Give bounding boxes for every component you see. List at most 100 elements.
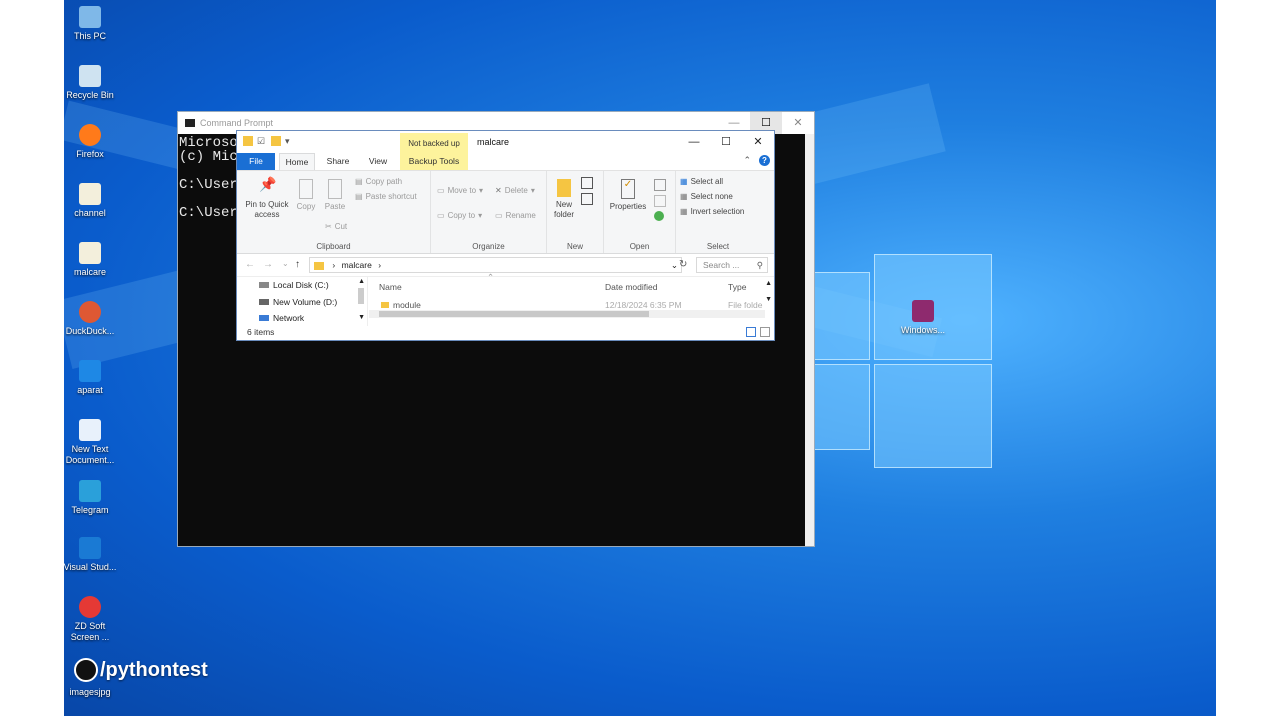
- help-icon[interactable]: ?: [759, 155, 770, 166]
- breadcrumb-malcare[interactable]: malcare: [342, 260, 372, 270]
- pin-quick-access-button[interactable]: 📌 Pin to Quick access: [241, 177, 293, 220]
- desktop-icon-winrar[interactable]: Windows...: [893, 300, 953, 336]
- copy-to-button[interactable]: ▭ Copy to ▾: [437, 211, 482, 220]
- close-button[interactable]: ✕: [782, 112, 814, 134]
- organize-group: ▭ Move to ▾ ▭ Copy to ▾ ✕ Delete ▾ ▭ Rename Org…: [431, 171, 547, 253]
- desktop-icon-channel[interactable]: channel: [64, 183, 119, 219]
- edit-icon[interactable]: [654, 195, 666, 207]
- scrollbar-thumb[interactable]: [379, 311, 649, 317]
- column-header-type[interactable]: Type: [728, 282, 746, 292]
- easy-access-icon[interactable]: [581, 193, 593, 205]
- tab-share[interactable]: Share: [319, 153, 357, 170]
- explorer-content: Local Disk (C:) New Volume (D:) Network …: [237, 272, 774, 326]
- file-explorer-window[interactable]: ☑ ▾ Not backed up malcare — ☐ ✕ File Hom…: [236, 130, 775, 341]
- move-to-button[interactable]: ▭ Move to ▾: [437, 186, 483, 195]
- nav-scroll-down-icon[interactable]: ▼: [358, 314, 365, 321]
- tab-file[interactable]: File: [237, 153, 275, 170]
- search-input[interactable]: Search ... ⚲: [696, 257, 768, 273]
- new-folder-qat-icon[interactable]: [271, 136, 281, 146]
- list-scroll-up-icon[interactable]: ▲: [765, 280, 772, 287]
- scissors-icon: ✂: [325, 222, 332, 231]
- recent-locations-icon[interactable]: ⌄: [282, 259, 289, 268]
- channel-watermark: /pythontest: [74, 658, 208, 682]
- cut-button[interactable]: ✂ Cut: [325, 222, 347, 231]
- this-pc-icon: [79, 6, 101, 28]
- drive-icon: [259, 282, 269, 288]
- history-icon[interactable]: [654, 211, 664, 221]
- cmd-output[interactable]: Microso (c) Mic C:\User C:\User: [179, 136, 238, 220]
- nav-scroll-up-icon[interactable]: ▲: [358, 278, 365, 285]
- nav-item-new-volume[interactable]: New Volume (D:): [259, 297, 337, 307]
- column-header-name[interactable]: Name: [379, 282, 402, 292]
- address-bar[interactable]: › malcare › ⌄: [309, 257, 682, 273]
- tab-view[interactable]: View: [361, 153, 395, 170]
- properties-qat-icon[interactable]: ☑: [257, 136, 267, 146]
- chevron-down-icon: ▾: [478, 211, 483, 220]
- desktop-icon-aparat[interactable]: aparat: [64, 360, 119, 396]
- explorer-title-bar[interactable]: ☑ ▾ Not backed up malcare — ☐ ✕: [237, 131, 774, 153]
- properties-icon: ✓: [621, 179, 635, 199]
- forward-arrow-icon[interactable]: →: [263, 259, 273, 270]
- copy-button[interactable]: Copy: [295, 179, 317, 212]
- details-view-icon[interactable]: [746, 327, 756, 337]
- tab-backup-tools[interactable]: Backup Tools: [400, 153, 468, 170]
- desktop-icon-firefox[interactable]: Firefox: [64, 124, 119, 160]
- column-header-date-modified[interactable]: Date modified: [605, 282, 657, 292]
- tab-home[interactable]: Home: [279, 153, 315, 170]
- desktop-icon-visual-studio[interactable]: Visual Stud...: [64, 537, 119, 573]
- document-icon: [79, 242, 101, 264]
- ribbon-home: 📌 Pin to Quick access Copy Paste ▤ Copy p…: [237, 171, 774, 254]
- winrar-icon: [912, 300, 934, 322]
- copy-path-button[interactable]: ▤ Copy path: [355, 177, 402, 186]
- paste-button[interactable]: Paste: [323, 179, 347, 212]
- horizontal-scrollbar[interactable]: [369, 310, 765, 318]
- recycle-bin-icon: [79, 65, 101, 87]
- open-group: ✓ Properties Open: [604, 171, 676, 253]
- nav-item-network[interactable]: Network: [259, 314, 304, 322]
- refresh-icon[interactable]: ↻: [679, 259, 687, 270]
- select-all-button[interactable]: ▦ Select all: [680, 177, 723, 186]
- desktop-icon-this-pc[interactable]: This PC: [64, 6, 119, 42]
- context-tab-not-backed-up: Not backed up: [400, 133, 468, 153]
- new-item-icon[interactable]: [581, 177, 593, 189]
- delete-button[interactable]: ✕ Delete ▾: [495, 186, 535, 195]
- desktop-icon-recycle-bin[interactable]: Recycle Bin: [64, 65, 119, 101]
- drive-icon: [259, 299, 269, 305]
- address-bar-row: ← → ⌄ ↑ › malcare › ⌄ ↻ Search ... ⚲: [237, 254, 774, 277]
- cmd-scrollbar[interactable]: [805, 134, 814, 546]
- folder-icon: [381, 302, 389, 308]
- document-icon: [79, 183, 101, 205]
- address-dropdown-icon[interactable]: ⌄: [671, 258, 678, 272]
- vscode-icon: [79, 537, 101, 559]
- maximize-button[interactable]: ☐: [710, 131, 742, 153]
- close-button[interactable]: ✕: [742, 131, 774, 153]
- desktop-icon-new-text-document[interactable]: New Text Document...: [64, 419, 119, 466]
- desktop-icon-zd-soft[interactable]: ZD Soft Screen ...: [64, 596, 119, 643]
- properties-button[interactable]: ✓ Properties: [606, 179, 650, 212]
- nav-item-local-disk[interactable]: Local Disk (C:): [259, 280, 329, 290]
- desktop-icon-telegram[interactable]: Telegram: [64, 480, 119, 516]
- large-icons-view-icon[interactable]: [760, 327, 770, 337]
- paste-shortcut-button[interactable]: ▤ Paste shortcut: [355, 192, 417, 201]
- chevron-up-icon[interactable]: ⌃: [743, 155, 751, 166]
- duckduckgo-icon: [79, 301, 101, 323]
- sort-arrow-icon: ⌃: [487, 272, 495, 282]
- invert-selection-button[interactable]: ▦ Invert selection: [680, 207, 744, 216]
- item-count: 6 items: [247, 327, 275, 337]
- copy-path-icon: ▤: [355, 177, 363, 186]
- status-bar: 6 items: [237, 326, 774, 340]
- new-folder-button[interactable]: New folder: [551, 179, 577, 220]
- desktop-icon-malcare[interactable]: malcare: [64, 242, 119, 278]
- table-row[interactable]: module 12/18/2024 6:35 PM File folde: [377, 300, 767, 308]
- rename-button[interactable]: ▭ Rename: [495, 211, 536, 220]
- navigation-pane[interactable]: Local Disk (C:) New Volume (D:) Network …: [237, 276, 368, 326]
- list-scroll-down-icon[interactable]: ▼: [765, 296, 772, 303]
- nav-scrollbar-thumb[interactable]: [358, 288, 364, 304]
- qat-dropdown-icon[interactable]: ▾: [285, 136, 295, 146]
- open-icon[interactable]: [654, 179, 666, 191]
- minimize-button[interactable]: —: [678, 131, 710, 153]
- desktop-icon-duckduckgo[interactable]: DuckDuck...: [64, 301, 119, 337]
- select-none-button[interactable]: ▦ Select none: [680, 192, 733, 201]
- up-arrow-icon[interactable]: ↑: [295, 259, 300, 270]
- back-arrow-icon[interactable]: ←: [245, 259, 255, 270]
